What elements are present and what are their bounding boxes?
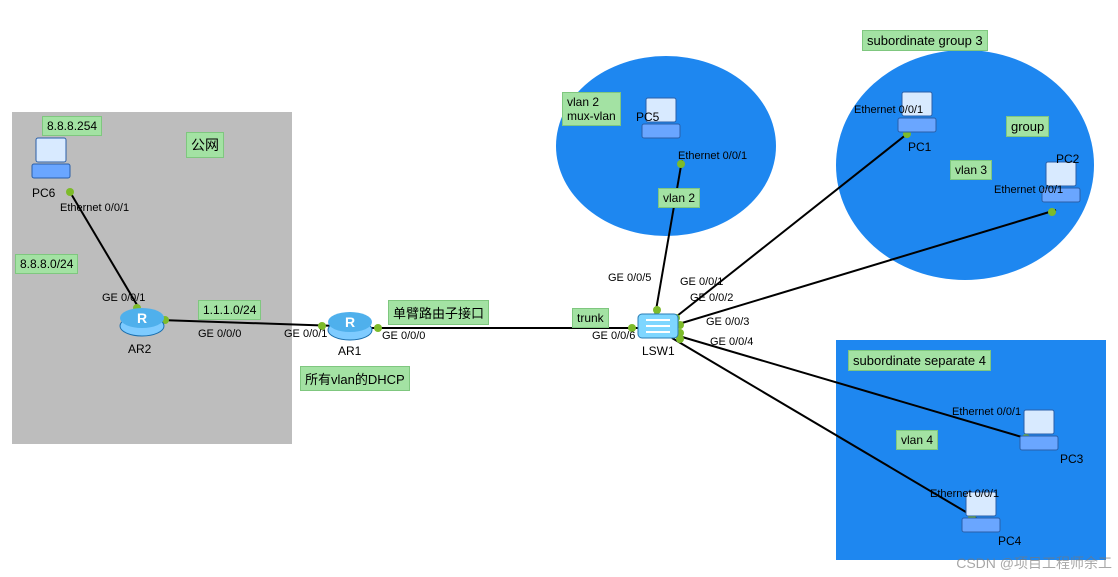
vlan2-label: vlan 2 mux-vlan <box>562 92 621 126</box>
ar2-port2: GE 0/0/0 <box>198 328 241 340</box>
pc4-name: PC4 <box>998 534 1021 548</box>
group3-sublabel: group <box>1006 116 1049 137</box>
lsw1-g5: GE 0/0/5 <box>608 272 651 284</box>
separate4-label: subordinate separate 4 <box>848 350 991 371</box>
ar1-port1: GE 0/0/1 <box>284 328 327 340</box>
ar1-icon: R <box>326 304 374 342</box>
pc2-name: PC2 <box>1056 152 1079 166</box>
vlan3-label: vlan 3 <box>950 160 992 180</box>
svg-text:R: R <box>345 314 355 330</box>
lsw1-g3: GE 0/0/3 <box>706 316 749 328</box>
ar1-name: AR1 <box>338 344 361 358</box>
separate4-zone <box>836 340 1106 560</box>
group3-label: subordinate group 3 <box>862 30 988 51</box>
ar2-name: AR2 <box>128 342 151 356</box>
ar1-port2: GE 0/0/0 <box>382 330 425 342</box>
pc6-port: Ethernet 0/0/1 <box>60 202 129 214</box>
lsw1-g4: GE 0/0/4 <box>710 336 753 348</box>
pc5-name: PC5 <box>636 110 659 124</box>
lsw1-g2: GE 0/0/2 <box>690 292 733 304</box>
watermark: CSDN @项目工程师余工 <box>956 553 1112 573</box>
ar1-dhcp-label: 所有vlan的DHCP <box>300 366 410 391</box>
vlan2-sub-label: vlan 2 <box>658 188 700 208</box>
pc2-port: Ethernet 0/0/1 <box>994 184 1063 196</box>
trunk-label: trunk <box>572 308 609 328</box>
pc1-name: PC1 <box>908 140 931 154</box>
pc1-port: Ethernet 0/0/1 <box>854 104 923 116</box>
lsw1-g1: GE 0/0/1 <box>680 276 723 288</box>
pc6-name: PC6 <box>32 186 55 200</box>
ar1-note-label: 单臂路由子接口 <box>388 300 489 325</box>
pc4-port: Ethernet 0/0/1 <box>930 488 999 500</box>
pc6-ar2-subnet-label: 8.8.8.0/24 <box>15 254 78 274</box>
ar2-ar1-subnet-label: 1.1.1.0/24 <box>198 300 261 320</box>
pc6-ip-label: 8.8.8.254 <box>42 116 102 136</box>
vlan4-label: vlan 4 <box>896 430 938 450</box>
lsw1-name: LSW1 <box>642 344 675 358</box>
vlan2-zone <box>556 56 776 236</box>
pc5-port: Ethernet 0/0/1 <box>678 150 747 162</box>
public-net-label: 公网 <box>186 132 224 158</box>
ar2-port1: GE 0/0/1 <box>102 292 145 304</box>
public-net-zone <box>12 112 292 444</box>
pc3-name: PC3 <box>1060 452 1083 466</box>
lsw1-icon <box>636 308 680 344</box>
pc3-port: Ethernet 0/0/1 <box>952 406 1021 418</box>
lsw1-g6: GE 0/0/6 <box>592 330 635 342</box>
